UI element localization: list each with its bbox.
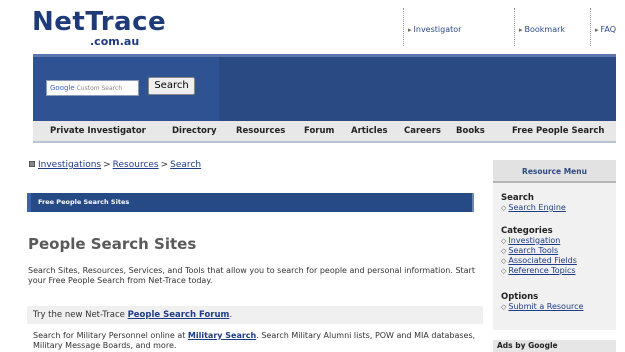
menu-group-search: Search ◇ Search Engine <box>501 193 566 213</box>
military-prefix: Search for Military Personnel online at <box>33 331 188 340</box>
breadcrumb-investigations[interactable]: Investigations <box>38 160 101 170</box>
breadcrumb-separator: > <box>160 160 169 170</box>
intro-text: Search Sites, Resources, Services, and T… <box>28 266 475 285</box>
resource-menu: Resource Menu Search ◇ Search Engine Cate… <box>493 160 616 330</box>
menu-group-title: Options <box>501 292 539 302</box>
search-button[interactable]: Search <box>148 77 195 95</box>
diamond-bullet-icon: ◇ <box>501 237 507 245</box>
nav-free-people-search[interactable]: Free People Search <box>512 126 604 136</box>
main-nav: Private Investigator Directory Resources… <box>33 121 616 143</box>
reference-topics-link[interactable]: Reference Topics <box>508 266 575 275</box>
forum-promo-suffix: . <box>229 310 233 320</box>
faq-link-label: FAQ <box>600 25 617 34</box>
arrow-right-icon: ▸ <box>595 26 599 34</box>
investigation-link[interactable]: Investigation <box>508 236 560 245</box>
search-panel: Google Custom Search Search <box>33 57 219 121</box>
forum-promo-prefix: Try the new Net-Trace <box>33 310 128 320</box>
nav-careers[interactable]: Careers <box>404 126 441 136</box>
diamond-bullet-icon: ◇ <box>501 267 507 275</box>
investigator-link-label: Investigator <box>413 25 462 34</box>
diamond-bullet-icon: ◇ <box>501 204 507 212</box>
faq-link[interactable]: ▸ FAQ <box>590 8 616 46</box>
ads-by-google-label[interactable]: Ads by Google <box>493 340 616 352</box>
logo-text: NetTrace <box>32 7 167 37</box>
nav-articles[interactable]: Articles <box>351 126 388 136</box>
breadcrumb-separator: > <box>103 160 111 170</box>
breadcrumb: Investigations > Resources > Search <box>29 160 201 170</box>
submit-resource-link[interactable]: Submit a Resource <box>508 302 583 311</box>
breadcrumb-resources[interactable]: Resources <box>113 160 159 170</box>
menu-link: ◇ Reference Topics <box>501 266 577 276</box>
arrow-right-icon: ▸ <box>519 26 523 34</box>
menu-link: ◇ Associated Fields <box>501 256 577 266</box>
military-search-link[interactable]: Military Search <box>188 331 256 340</box>
search-tools-link[interactable]: Search Tools <box>508 246 558 255</box>
bookmark-link-label: Bookmark <box>524 25 566 34</box>
nav-forum[interactable]: Forum <box>304 126 334 136</box>
logo-domain: .com.au <box>90 35 140 48</box>
investigator-link[interactable]: ▸ Investigator <box>403 8 461 46</box>
menu-group-categories: Categories ◇ Investigation ◇ Search Tools … <box>501 226 577 276</box>
menu-group-title: Categories <box>501 226 553 236</box>
arrow-right-icon: ▸ <box>408 26 412 34</box>
nav-private-investigator[interactable]: Private Investigator <box>50 126 146 136</box>
header-band: Google Custom Search Search <box>33 54 616 121</box>
diamond-bullet-icon: ◇ <box>501 257 507 265</box>
search-placeholder: Custom Search <box>76 85 123 92</box>
section-bar: Free People Search Sites <box>27 193 474 212</box>
nav-books[interactable]: Books <box>456 126 485 136</box>
menu-link: ◇ Search Engine <box>501 203 566 213</box>
forum-promo: Try the new Net-Trace People Search Foru… <box>27 306 483 324</box>
diamond-bullet-icon: ◇ <box>501 247 507 255</box>
menu-group-options: Options ◇ Submit a Resource <box>501 292 583 312</box>
google-brand: Google <box>50 84 75 92</box>
search-engine-link[interactable]: Search Engine <box>508 203 565 212</box>
menu-link: ◇ Search Tools <box>501 246 577 256</box>
nav-directory[interactable]: Directory <box>172 126 217 136</box>
associated-fields-link[interactable]: Associated Fields <box>508 256 577 265</box>
nav-resources[interactable]: Resources <box>236 126 285 136</box>
people-search-forum-link[interactable]: People Search Forum <box>128 310 230 320</box>
page-title: People Search Sites <box>28 235 197 253</box>
resource-menu-title: Resource Menu <box>493 160 616 183</box>
breadcrumb-search[interactable]: Search <box>170 160 201 170</box>
section-bar-title: Free People Search Sites <box>38 198 130 206</box>
menu-link: ◇ Submit a Resource <box>501 302 583 312</box>
menu-group-title: Search <box>501 193 534 203</box>
diamond-bullet-icon: ◇ <box>501 303 507 311</box>
bookmark-link[interactable]: ▸ Bookmark <box>514 8 565 46</box>
search-input[interactable]: Google Custom Search <box>46 80 139 96</box>
menu-link: ◇ Investigation <box>501 236 577 246</box>
military-search-text: Search for Military Personnel online at … <box>33 331 483 351</box>
square-bullet-icon <box>29 161 35 167</box>
site-logo[interactable]: NetTrace .com.au <box>32 7 167 48</box>
